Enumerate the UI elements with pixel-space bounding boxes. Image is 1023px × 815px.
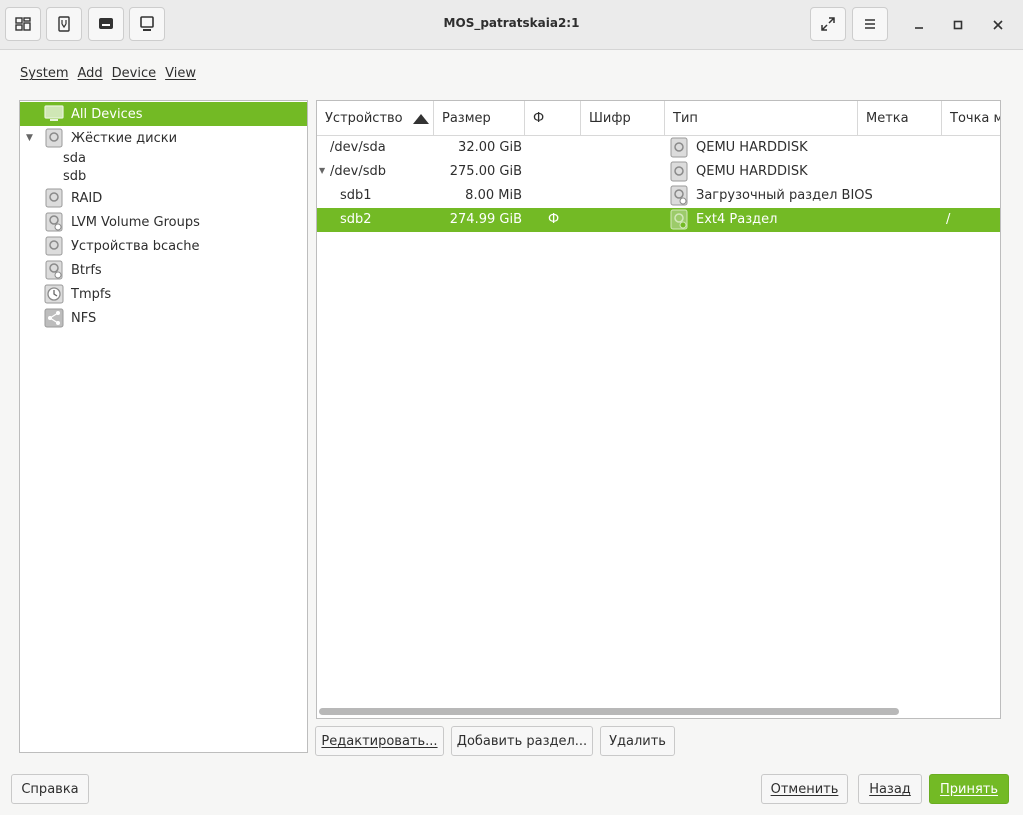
tree-label: All Devices <box>71 106 143 122</box>
column-format[interactable]: Ф <box>525 101 581 136</box>
hard-disk-icon <box>670 161 688 182</box>
tree-label: NFS <box>71 310 97 326</box>
bcache-icon <box>45 236 63 256</box>
tree-item-sda[interactable]: sda <box>63 151 86 166</box>
partition-icon <box>670 209 688 230</box>
monitor-icon <box>44 105 64 121</box>
tree-item-all-devices[interactable]: All Devices <box>20 102 307 126</box>
cell-size: 274.99 GiB <box>449 212 522 227</box>
maximize-icon <box>953 20 963 30</box>
table-row[interactable]: /dev/sda 32.00 GiB QEMU HARDDISK <box>317 136 1000 160</box>
horizontal-scrollbar[interactable] <box>319 708 899 715</box>
tree-label: RAID <box>71 190 103 206</box>
table-header: Устройство Размер Ф Шифр Тип Метка Точка… <box>317 101 1000 136</box>
add-partition-button[interactable]: Добавить раздел... <box>451 726 593 756</box>
sort-ascending-icon <box>413 114 429 124</box>
cell-mount-point: / <box>946 212 951 227</box>
tree-item-btrfs[interactable]: Btrfs <box>20 258 307 282</box>
column-device[interactable]: Устройство <box>317 101 434 136</box>
cell-type: Ext4 Раздел <box>696 212 778 227</box>
tree-item-sdb[interactable]: sdb <box>63 169 86 184</box>
help-button[interactable]: Справка <box>11 774 89 804</box>
menu-add[interactable]: Add <box>77 66 102 84</box>
menu-button[interactable] <box>852 7 888 41</box>
cancel-button[interactable]: Отменить <box>761 774 848 804</box>
cell-device: sdb2 <box>340 212 372 227</box>
cell-device: sdb1 <box>340 188 372 203</box>
hamburger-icon <box>865 19 875 29</box>
menu-system[interactable]: System <box>20 66 68 84</box>
title-bar: MOS_patratskaia2:1 <box>0 0 1023 50</box>
menu-device[interactable]: Device <box>112 66 156 84</box>
tree-item-bcache[interactable]: Устройства bcache <box>20 234 307 258</box>
device-tree: All Devices ▼ Жёсткие диски sda sdb RAID… <box>19 100 308 753</box>
raid-icon <box>45 188 63 208</box>
cell-type: Загрузочный раздел BIOS <box>696 188 873 203</box>
cell-format: Ф <box>548 212 560 227</box>
expand-arrow-icon[interactable]: ▼ <box>26 133 33 143</box>
fullscreen-button[interactable] <box>810 7 846 41</box>
accept-button[interactable]: Принять <box>929 774 1009 804</box>
expand-arrow-icon[interactable]: ▼ <box>319 166 325 175</box>
tree-item-lvm[interactable]: LVM Volume Groups <box>20 210 307 234</box>
tree-item-raid[interactable]: RAID <box>20 186 307 210</box>
clock-icon <box>44 284 64 304</box>
column-encryption[interactable]: Шифр <box>581 101 665 136</box>
expand-icon <box>821 17 835 31</box>
column-size[interactable]: Размер <box>434 101 525 136</box>
column-type[interactable]: Тип <box>665 101 858 136</box>
close-icon <box>993 20 1003 30</box>
cell-type: QEMU HARDDISK <box>696 140 808 155</box>
btrfs-icon <box>45 260 63 280</box>
table-row-selected[interactable]: sdb2 274.99 GiB Ф Ext4 Раздел / <box>317 208 1000 232</box>
minimize-button[interactable] <box>909 15 929 35</box>
lvm-icon <box>45 212 63 232</box>
moon-icon <box>122 782 134 794</box>
delete-button[interactable]: Удалить <box>600 726 675 756</box>
hard-disk-icon <box>670 137 688 158</box>
menu-view[interactable]: View <box>165 66 196 84</box>
tree-item-tmpfs[interactable]: Tmpfs <box>20 282 307 306</box>
cell-device: /dev/sda <box>330 140 386 155</box>
cell-size: 8.00 MiB <box>465 188 522 203</box>
cell-size: 32.00 GiB <box>458 140 522 155</box>
tree-item-nfs[interactable]: NFS <box>20 306 307 330</box>
table-row[interactable]: sdb1 8.00 MiB Загрузочный раздел BIOS <box>317 184 1000 208</box>
menu-bar: System Add Device View <box>20 66 196 84</box>
tree-label: Btrfs <box>71 262 102 278</box>
partition-table: Устройство Размер Ф Шифр Тип Метка Точка… <box>316 100 1001 719</box>
back-button[interactable]: Назад <box>858 774 922 804</box>
cell-type: QEMU HARDDISK <box>696 164 808 179</box>
cell-device: /dev/sdb <box>330 164 386 179</box>
tree-label: Жёсткие диски <box>71 130 178 146</box>
cell-size: 275.00 GiB <box>449 164 522 179</box>
tree-label: Tmpfs <box>71 286 112 302</box>
tree-item-hard-disks[interactable]: ▼ Жёсткие диски <box>20 126 307 150</box>
edit-button[interactable]: Редактировать... <box>315 726 444 756</box>
tree-label: Устройства bcache <box>71 238 200 254</box>
share-icon <box>44 308 64 328</box>
column-mount-point[interactable]: Точка мо <box>942 101 1000 136</box>
minimize-icon <box>915 27 923 29</box>
partition-icon <box>670 185 688 206</box>
maximize-button[interactable] <box>948 15 968 35</box>
table-row[interactable]: ▼ /dev/sdb 275.00 GiB QEMU HARDDISK <box>317 160 1000 184</box>
hard-disk-icon <box>45 128 63 148</box>
tree-label: LVM Volume Groups <box>71 214 200 230</box>
column-label[interactable]: Метка <box>858 101 942 136</box>
close-button[interactable] <box>988 15 1008 35</box>
